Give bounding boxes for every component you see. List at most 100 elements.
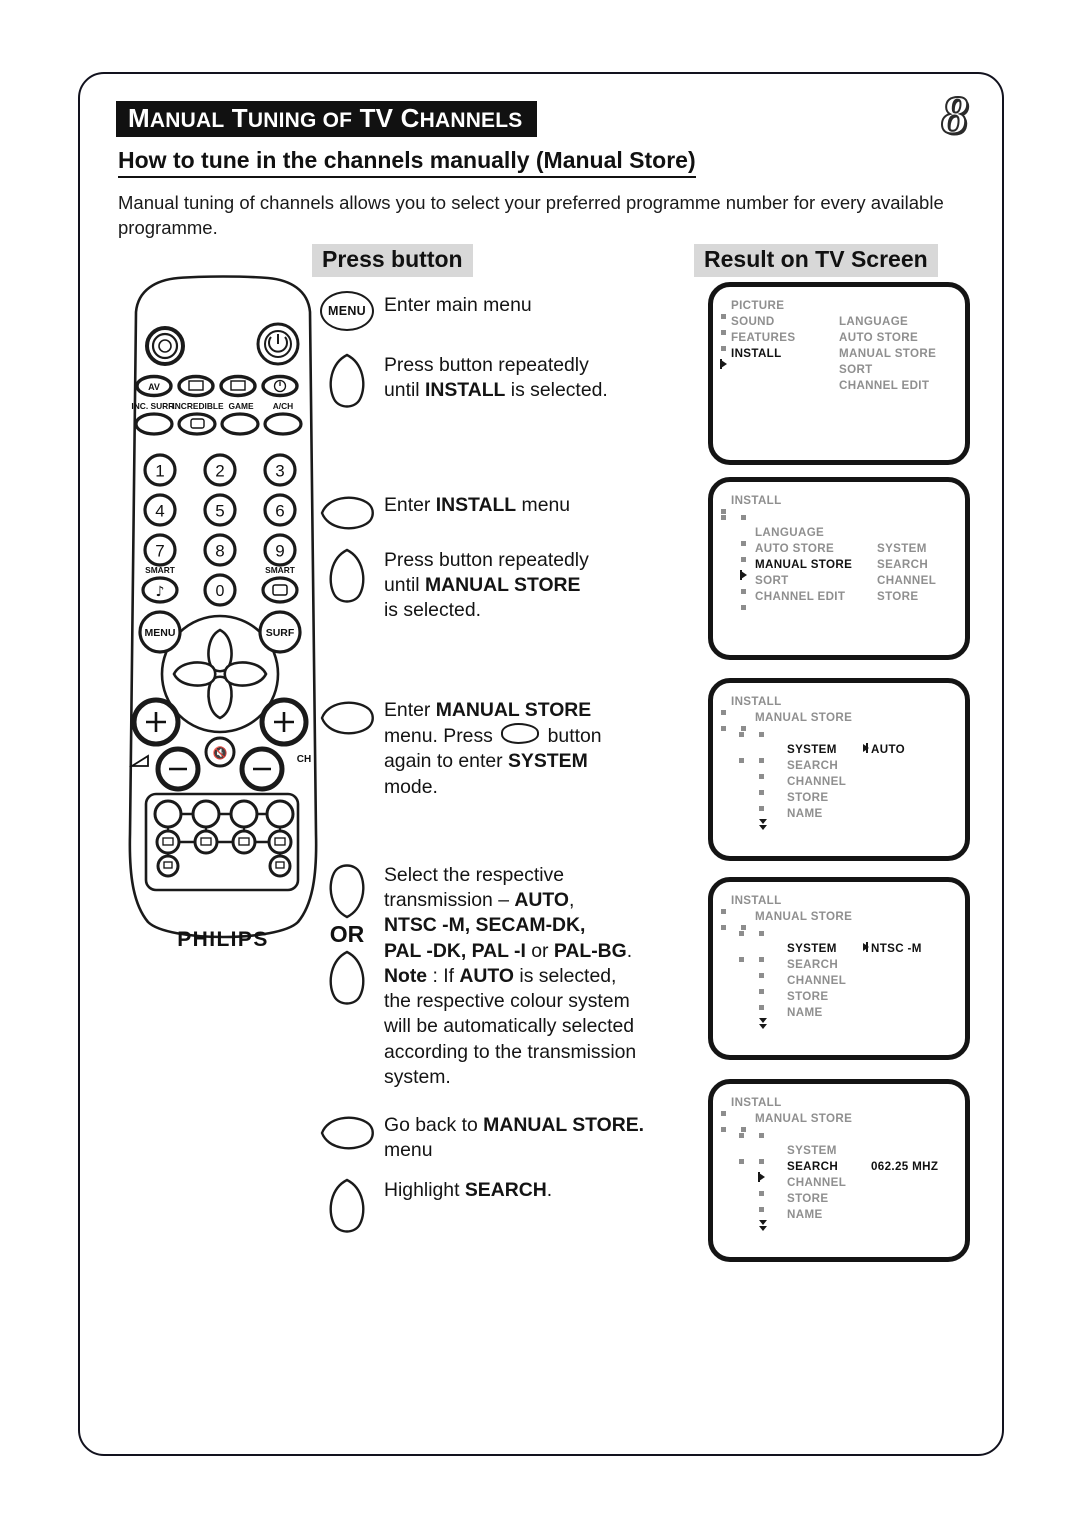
tv-screen-install-menu: INSTALL LANGUAGE AUTO STORE SYSTEM MANUA… [708, 477, 970, 660]
svg-text:6: 6 [275, 502, 284, 521]
osd-label: CHANNEL [787, 775, 847, 788]
osd-label: NAME [787, 807, 823, 820]
osd-label: SYSTEM [787, 1144, 837, 1157]
step-enter-main-menu: MENU Enter main menu [310, 289, 532, 331]
osd-submenu-label: STORE [877, 590, 919, 603]
osd-row [721, 1128, 955, 1144]
osd-row: MANUAL STORE [721, 910, 955, 930]
osd-label: STORE [787, 791, 829, 804]
step-text: Enter INSTALL menu [384, 494, 571, 516]
osd-row-selected: SYSTEM AUTO [721, 743, 955, 763]
osd-row: NAME [721, 807, 955, 830]
section-subtitle: How to tune in the channels manually (Ma… [118, 147, 696, 178]
up-button-icon[interactable] [322, 859, 372, 921]
osd-row: INSTALL [721, 894, 955, 914]
button-slot [310, 1109, 384, 1155]
down-button-icon[interactable] [322, 351, 372, 413]
osd-submenu-label: SORT [839, 363, 873, 376]
cursor-marker-icon [863, 743, 869, 753]
svg-text:2: 2 [215, 462, 224, 481]
osd-row [721, 926, 955, 942]
osd-label: INSTALL [731, 1096, 782, 1109]
osd-row: SEARCH [721, 759, 955, 779]
osd-label: INSTALL [731, 494, 782, 507]
cursor-marker-icon [863, 942, 869, 952]
osd-label: LANGUAGE [755, 526, 825, 539]
osd-label-selected: MANUAL STORE [755, 558, 853, 571]
osd-submenu-label: LANGUAGE [839, 315, 909, 328]
osd-row: INSTALL [721, 1096, 955, 1116]
osd-value: AUTO [863, 743, 905, 756]
osd-row: CHANNEL EDIT [721, 379, 955, 395]
osd-label-selected: SYSTEM [787, 743, 837, 756]
osd-submenu-label: AUTO STORE [839, 331, 919, 344]
column-header-press-button: Press button [312, 244, 473, 278]
step-text: Go back to MANUAL STORE. menu [384, 1114, 645, 1162]
osd-label: SORT [755, 574, 789, 587]
svg-text:🔇: 🔇 [213, 746, 228, 760]
page-title: MANUAL TUNING OF TV CHANNELS [116, 101, 537, 137]
step-go-back-to-manual-store: Go back to MANUAL STORE. menu [310, 1109, 644, 1163]
svg-text:A/CH: A/CH [273, 401, 293, 411]
osd-label: SEARCH [787, 958, 839, 971]
step-press-until-install: Press button repeatedly until INSTALL is … [310, 349, 608, 413]
osd-label: AUTO STORE [755, 542, 835, 555]
svg-text:8: 8 [215, 542, 224, 561]
svg-text:5: 5 [215, 502, 224, 521]
svg-text:4: 4 [155, 502, 164, 521]
osd-row: FEATURES AUTO STORE [721, 331, 955, 351]
osd-label: CHANNEL EDIT [755, 590, 846, 603]
osd-row-selected: INSTALL MANUAL STORE [720, 347, 955, 369]
down-button-icon[interactable] [322, 546, 372, 608]
svg-text:0: 0 [216, 583, 225, 600]
osd-label: INSTALL [731, 894, 782, 907]
svg-text:SURF: SURF [266, 627, 295, 639]
osd-label: CHANNEL [787, 974, 847, 987]
svg-text:MENU: MENU [145, 627, 176, 639]
osd-label: MANUAL STORE [755, 711, 853, 724]
right-button-icon[interactable] [316, 1111, 378, 1155]
osd-row: SORT CHANNEL [721, 574, 955, 594]
button-slot [310, 1174, 384, 1238]
osd-label: MANUAL STORE [755, 1112, 853, 1125]
step-text: Select the respective transmission – AUTO… [384, 864, 637, 1088]
osd-label-selected: SYSTEM [787, 942, 837, 955]
osd-label: NAME [787, 1208, 823, 1221]
step-press-until-manual-store: Press button repeatedly until MANUAL STOR… [310, 544, 589, 624]
step-select-transmission-system: OR Select the respective transmission – A… [310, 859, 636, 1090]
column-header-result-on-tv: Result on TV Screen [694, 244, 938, 278]
manual-page: MANUAL TUNING OF TV CHANNELS 8 How to tu… [78, 72, 1004, 1456]
osd-row: CHANNEL [721, 1176, 955, 1196]
osd-row: CHANNEL [721, 775, 955, 795]
or-separator-label: OR [329, 921, 365, 947]
right-button-icon[interactable] [316, 491, 378, 535]
osd-row: CHANNEL EDIT STORE [721, 590, 955, 610]
osd-row-selected: SYSTEM NTSC -M [721, 942, 955, 962]
button-slot [310, 489, 384, 535]
osd-row: LANGUAGE [721, 526, 955, 546]
svg-text:GAME: GAME [228, 401, 254, 411]
tv-screen-search-frequency: INSTALL MANUAL STORE SYSTEM SEARCH 062.2… [708, 1079, 970, 1262]
down-button-icon[interactable] [322, 948, 372, 1010]
osd-row: STORE [721, 791, 955, 811]
menu-button-icon[interactable]: MENU [320, 291, 374, 331]
osd-row: NAME [721, 1208, 955, 1231]
osd-submenu-label: SEARCH [877, 558, 929, 571]
step-text: Highlight SEARCH. [384, 1179, 553, 1201]
osd-row: CHANNEL [721, 974, 955, 994]
inline-right-button-icon[interactable] [501, 723, 540, 745]
down-button-icon[interactable] [322, 1176, 372, 1238]
step-text: Press button repeatedly until INSTALL is … [384, 354, 608, 402]
osd-label: SOUND [731, 315, 775, 328]
right-button-icon[interactable] [316, 696, 378, 740]
button-slot: OR [310, 859, 384, 1010]
osd-submenu-label: CHANNEL EDIT [839, 379, 930, 392]
osd-row: INSTALL [721, 695, 955, 715]
osd-submenu-label: MANUAL STORE [839, 347, 937, 360]
svg-text:INCREDIBLE: INCREDIBLE [172, 401, 224, 411]
step-text: Enter MANUAL STORE menu. Press button agai… [384, 699, 602, 798]
osd-row: SORT [721, 363, 955, 379]
svg-text:1: 1 [155, 462, 164, 481]
osd-label: NAME [787, 1006, 823, 1019]
osd-label: INSTALL [731, 695, 782, 708]
